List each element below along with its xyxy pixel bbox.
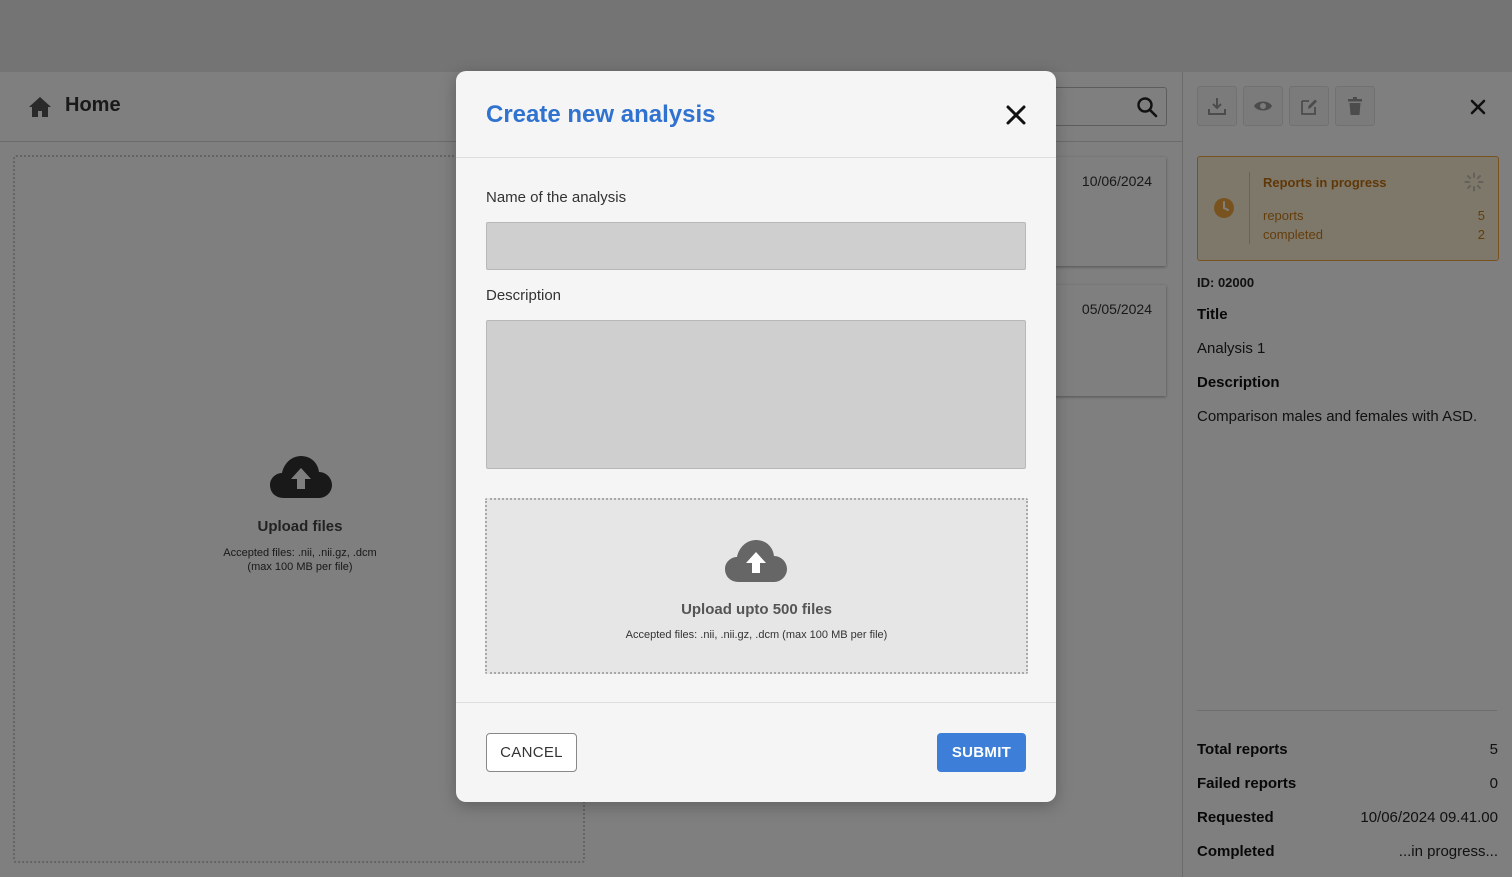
dialog-title: Create new analysis — [486, 101, 716, 128]
description-input[interactable] — [486, 320, 1026, 469]
submit-button[interactable]: SUBMIT — [937, 733, 1026, 772]
file-dropzone[interactable]: Upload upto 500 files Accepted files: .n… — [485, 498, 1028, 674]
divider — [456, 157, 1056, 158]
create-analysis-dialog: Create new analysis Name of the analysis… — [456, 71, 1056, 802]
description-label: Description — [486, 287, 562, 304]
cancel-button[interactable]: CANCEL — [486, 733, 577, 772]
dropzone-title: Upload upto 500 files — [681, 601, 832, 618]
dropzone-hint: Accepted files: .nii, .nii.gz, .dcm (max… — [625, 629, 888, 641]
name-input[interactable] — [486, 222, 1026, 270]
name-label: Name of the analysis — [486, 189, 627, 206]
cloud-upload-icon — [725, 540, 787, 582]
divider — [456, 702, 1056, 703]
close-icon[interactable] — [1004, 103, 1028, 127]
